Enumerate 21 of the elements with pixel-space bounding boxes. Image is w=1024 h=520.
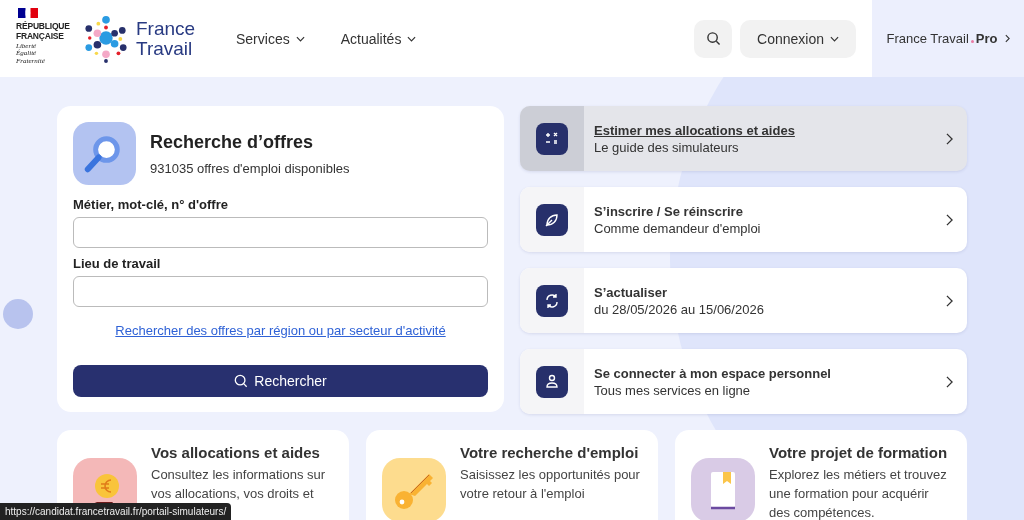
field-label: Métier, mot-clé, n° d'offre (73, 197, 229, 212)
card-title: Votre projet de formation (769, 444, 949, 461)
card-description: Saisissez les opportunités pour votre retour à l'emploi (460, 466, 641, 503)
card-title: Votre recherche d'emploi (460, 444, 640, 461)
link-title: S’inscrire / Se réinscrire (594, 203, 743, 219)
republic-name: RÉPUBLIQUE FRANÇAISE (16, 20, 71, 41)
field-label: Lieu de travail (73, 256, 162, 271)
link-subtitle: Comme demandeur d'emploi (594, 220, 761, 236)
brand-name: France Travail (136, 18, 197, 59)
link-subtitle: du 28/05/2026 au 15/06/2026 (594, 301, 764, 317)
link-title: Se connecter à mon espace personnel (594, 365, 831, 381)
card-title: Recherche d’offres (150, 131, 315, 153)
link-title: S’actualiser (594, 284, 667, 300)
link-subtitle: Tous mes services en ligne (594, 382, 751, 398)
card-description: Explorez les métiers et trouvez une formation pour acquérir des compétences. (769, 466, 948, 520)
offer-count: 931035 offres d'emploi disponibles (150, 160, 350, 176)
url-tooltip: https://candidat.francetravail.fr/portail-simulateurs/ (0, 503, 232, 520)
card-title: Vos allocations et aides (151, 444, 321, 461)
link-title: Estimer mes allocations et aides (594, 122, 795, 138)
link-subtitle: Le guide des simulateurs (594, 139, 739, 155)
card-description: Consultez les informations sur vos allocations, vos droits et (151, 466, 327, 503)
